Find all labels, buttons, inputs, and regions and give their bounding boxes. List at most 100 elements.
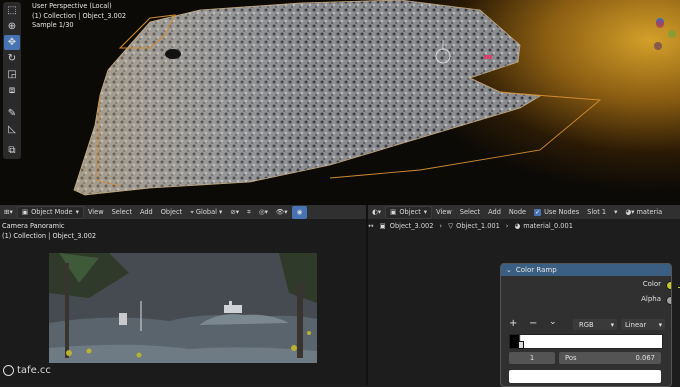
node-editor[interactable]: ↔ ▣ Object_3.002 › ▽ Object_1.001 › ◕ ma…: [368, 219, 680, 387]
node-menu-add[interactable]: Add: [484, 207, 505, 218]
mesh-icon: ▽: [448, 222, 454, 230]
watermark-text: tafe.cc: [17, 365, 51, 376]
scene-render: [49, 253, 317, 363]
use-nodes-toggle[interactable]: ✓ Use Nodes: [530, 207, 583, 218]
chevron-down-icon: ▾: [614, 208, 618, 216]
alpha-output-socket[interactable]: [666, 296, 671, 305]
viewport-3d[interactable]: User Perspective (Local) (1) Collection …: [0, 0, 680, 205]
node-editor-type-icon[interactable]: ◐▾: [368, 207, 385, 218]
use-nodes-label: Use Nodes: [544, 208, 580, 216]
color-ramp-node[interactable]: ⌄ Color Ramp Color Alpha + − ⌄ RGB ▾ Line…: [500, 263, 672, 387]
toolbar: ⬚ ⊕ ✥ ↻ ◲ ⧈ ✎ ◺ ⧉: [3, 2, 21, 159]
measure-icon[interactable]: ◺: [4, 122, 20, 137]
output-alpha-label: Alpha: [641, 295, 661, 303]
mode-label: Object Mode: [31, 208, 73, 216]
interpolation-label: Linear: [625, 320, 647, 329]
scale-icon[interactable]: ◲: [4, 67, 20, 82]
slot-label: Slot 1: [587, 208, 607, 216]
slot-dropdown[interactable]: Slot 1 ▾: [583, 207, 621, 218]
cursor-icon[interactable]: ⊕: [4, 19, 20, 34]
chevron-right-icon: ›: [505, 222, 509, 230]
transform-label: Global: [195, 208, 217, 216]
ramp-stop-handle[interactable]: [518, 341, 524, 349]
terrain-render: [73, 0, 602, 196]
object-icon: ▣: [379, 222, 386, 230]
snap-icon[interactable]: ⌗: [243, 207, 255, 218]
camera-render: [49, 253, 317, 363]
view-mode-label: User Perspective (Local): [32, 2, 112, 10]
node-title: Color Ramp: [515, 266, 557, 274]
camera-collection-label: (1) Collection | Object_3.002: [2, 231, 97, 240]
shader-type-dropdown[interactable]: ▣ Object ▾: [385, 205, 433, 219]
add-cube-icon[interactable]: ⧉: [4, 143, 20, 158]
transform-icon[interactable]: ⧈: [4, 83, 20, 98]
orientation-icon: ⌖: [190, 207, 194, 216]
interpolation-dropdown[interactable]: Linear ▾: [621, 319, 665, 330]
material-icon: ◕: [514, 222, 521, 230]
mode-dropdown[interactable]: ▣ Object Mode ▾: [16, 205, 84, 219]
material-selector[interactable]: ◕▾ materia: [621, 207, 666, 218]
output-color-label: Color: [642, 280, 661, 288]
color-output-socket[interactable]: [666, 281, 671, 290]
transform-orientation-dropdown[interactable]: ⌖ Global ▾: [186, 207, 226, 218]
menu-view[interactable]: View: [84, 207, 108, 218]
stop-index-field[interactable]: 1: [509, 352, 555, 364]
ramp-menu-chevron[interactable]: ⌄: [549, 317, 557, 327]
shader-type-label: Object: [399, 208, 421, 216]
proportional-edit-icon[interactable]: ◎▾: [255, 207, 272, 218]
chevron-down-icon: ▾: [423, 208, 428, 216]
gizmo-y-icon[interactable]: [668, 30, 676, 38]
breadcrumb-item[interactable]: material_0.001: [523, 222, 573, 230]
chevron-down-icon: ▾: [658, 320, 662, 329]
remove-stop-button[interactable]: −: [529, 318, 537, 329]
viewport-overlay-text: User Perspective (Local) (1) Collection …: [32, 2, 126, 31]
menu-object[interactable]: Object: [157, 207, 186, 218]
gizmo-x-icon[interactable]: [656, 20, 664, 28]
rotate-icon[interactable]: ↻: [4, 51, 20, 66]
node-header[interactable]: ⌄ Color Ramp: [501, 264, 671, 276]
color-mode-dropdown[interactable]: RGB ▾: [573, 319, 617, 330]
watermark: tafe.cc: [3, 365, 51, 376]
menu-select[interactable]: Select: [108, 207, 136, 218]
breadcrumb-arrows-icon: ↔: [368, 222, 374, 230]
color-ramp-bar[interactable]: [509, 334, 663, 349]
add-stop-button[interactable]: +: [509, 318, 517, 329]
breadcrumb-item[interactable]: Object_1.001: [456, 222, 500, 230]
select-box-icon[interactable]: ⬚: [4, 3, 20, 18]
camera-view[interactable]: Camera Panoramic (1) Collection | Object…: [0, 219, 366, 385]
pos-label: Pos: [565, 354, 577, 362]
chevron-down-icon: ▾: [75, 208, 79, 216]
camera-title: Camera Panoramic: [2, 222, 65, 230]
viewport-header: ⊞▾ ▣ Object Mode ▾ View Select Add Object …: [0, 205, 366, 219]
color-mode-label: RGB: [579, 320, 594, 329]
collapse-icon[interactable]: ⌄: [506, 266, 512, 274]
sample-label: Sample 1/30: [32, 21, 74, 29]
chevron-right-icon: ›: [439, 222, 443, 230]
collection-label: (1) Collection | Object_3.002: [32, 11, 127, 20]
navigation-gizmo[interactable]: [648, 4, 678, 64]
stop-color-swatch[interactable]: [509, 370, 661, 383]
editor-type-icon[interactable]: ⊞▾: [0, 207, 17, 218]
watermark-logo-icon: [3, 365, 14, 376]
checkbox-icon: ✓: [534, 208, 542, 216]
menu-add[interactable]: Add: [136, 207, 157, 218]
gizmo-neg-icon[interactable]: [654, 42, 662, 50]
move-icon[interactable]: ✥: [4, 35, 20, 50]
breadcrumb-item[interactable]: Object_3.002: [390, 222, 434, 230]
chevron-down-icon: ▾: [610, 320, 614, 329]
object-icon: ▣: [390, 208, 397, 216]
node-menu-view[interactable]: View: [432, 207, 456, 218]
pivot-icon[interactable]: ⊘▾: [226, 207, 243, 218]
visibility-icon[interactable]: 👁▾: [272, 207, 292, 218]
camera-overlay-text: Camera Panoramic (1) Collection | Object…: [2, 222, 96, 241]
stop-position-field[interactable]: Pos 0.067: [559, 352, 661, 364]
viewport-shading-icon[interactable]: ◉: [291, 205, 308, 219]
node-menu-node[interactable]: Node: [505, 207, 530, 218]
chevron-down-icon: ▾: [218, 208, 223, 216]
node-editor-header: ◐▾ ▣ Object ▾ View Select Add Node ✓ Use No…: [368, 205, 680, 219]
mode-icon: ▣: [21, 208, 29, 216]
annotate-icon[interactable]: ✎: [4, 106, 20, 121]
node-menu-select[interactable]: Select: [456, 207, 484, 218]
material-icon: ◕▾: [625, 208, 635, 216]
breadcrumb: ↔ ▣ Object_3.002 › ▽ Object_1.001 › ◕ ma…: [368, 219, 680, 233]
